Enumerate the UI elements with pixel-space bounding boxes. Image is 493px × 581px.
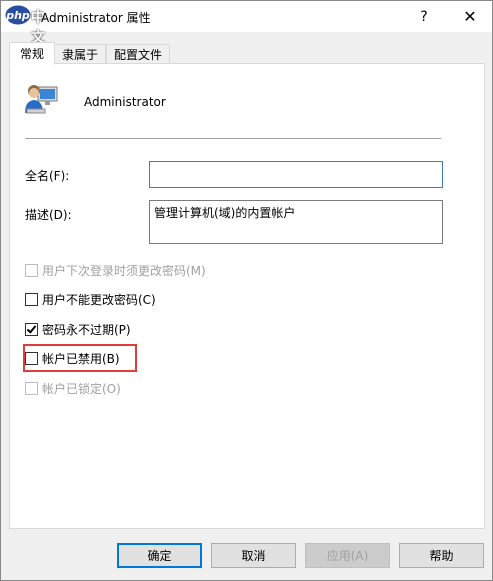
cancel-button[interactable]: 取消 [211, 543, 296, 568]
tab-general[interactable]: 常规 [9, 42, 55, 65]
window-title: Administrator 属性 [41, 11, 151, 25]
check-mark-icon [26, 322, 37, 334]
general-panel: Administrator 全名(F): 描述(D): 管理计算机(域)的内置帐… [9, 63, 485, 529]
help-icon: ? [420, 8, 428, 25]
close-icon: ✕ [463, 7, 477, 26]
title-bar: php 中文网 Administrator 属性 ? ✕ [1, 1, 493, 66]
fullname-label: 全名(F): [25, 169, 70, 183]
account-locked-label: 帐户已锁定(O) [42, 381, 121, 396]
user-name: Administrator [84, 95, 166, 109]
fullname-input[interactable] [149, 161, 443, 188]
svg-text:php: php [5, 9, 30, 22]
help-button[interactable]: ? [401, 1, 447, 32]
password-never-expires-option[interactable]: 密码永不过期(P) [25, 320, 131, 338]
ok-button[interactable]: 确定 [117, 543, 202, 568]
divider [25, 138, 441, 139]
account-locked-checkbox[interactable] [25, 381, 38, 395]
account-disabled-label: 帐户已禁用(B) [42, 351, 120, 366]
help-dialog-button[interactable]: 帮助 [399, 543, 484, 568]
tab-profile[interactable]: 配置文件 [106, 44, 170, 64]
account-disabled-option[interactable]: 帐户已禁用(B) [25, 349, 120, 367]
tab-member-of[interactable]: 隶属于 [54, 44, 106, 64]
description-label: 描述(D): [25, 208, 72, 222]
must-change-password-option[interactable]: 用户下次登录时须更改密码(M) [25, 261, 206, 279]
account-locked-option[interactable]: 帐户已锁定(O) [25, 379, 121, 397]
account-disabled-checkbox[interactable] [25, 351, 38, 365]
password-never-expires-label: 密码永不过期(P) [42, 322, 131, 337]
cannot-change-password-option[interactable]: 用户不能更改密码(C) [25, 290, 156, 308]
must-change-password-checkbox[interactable] [25, 263, 38, 277]
close-button[interactable]: ✕ [447, 1, 493, 32]
description-input[interactable]: 管理计算机(域)的内置帐户 [149, 200, 443, 244]
password-never-expires-checkbox[interactable] [25, 322, 38, 336]
user-account-icon [25, 85, 58, 114]
must-change-password-label: 用户下次登录时须更改密码(M) [42, 263, 206, 278]
properties-dialog: php 中文网 Administrator 属性 ? ✕ 常规 隶属于 配置文件… [0, 0, 493, 581]
apply-button[interactable]: 应用(A) [305, 543, 390, 568]
cannot-change-password-checkbox[interactable] [25, 292, 38, 306]
cannot-change-password-label: 用户不能更改密码(C) [42, 292, 156, 307]
